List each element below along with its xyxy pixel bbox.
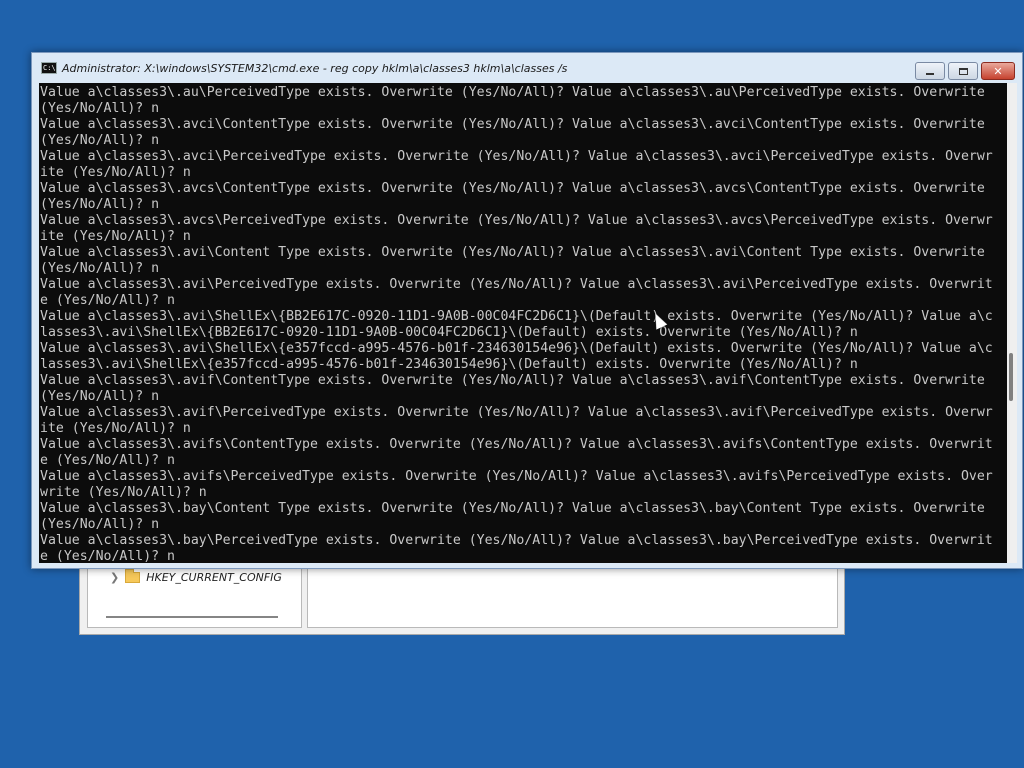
console-line: Value a\classes3\.avcs\PerceivedType exi… — [40, 213, 993, 228]
console-line: lasses3\.avi\ShellEx\{e357fccd-a995-4576… — [40, 357, 858, 372]
console-line: (Yes/No/All)? n — [40, 133, 160, 148]
console-line: e (Yes/No/All)? n — [40, 453, 175, 468]
console-line: Value a\classes3\.bay\Content Type exist… — [40, 501, 985, 516]
minimize-icon — [926, 73, 934, 75]
registry-editor-window: ❯ HKEY_CURRENT_CONFIG — [79, 560, 845, 635]
registry-values-pane[interactable] — [307, 561, 838, 628]
folder-icon — [125, 568, 141, 583]
console-line: Value a\classes3\.avi\ShellEx\{e357fccd-… — [40, 341, 993, 356]
cmd-icon: C:\ — [41, 62, 57, 74]
caption-buttons: ✕ — [915, 62, 1015, 80]
console-line: Value a\classes3\.au\PerceivedType exist… — [40, 85, 985, 100]
console-line: ite (Yes/No/All)? n — [40, 421, 191, 436]
console-line: (Yes/No/All)? n — [40, 261, 160, 276]
chevron-right-icon[interactable]: ❯ — [110, 571, 119, 584]
console-line: (Yes/No/All)? n — [40, 101, 160, 116]
console-line: (Yes/No/All)? n — [40, 389, 160, 404]
title-bar[interactable]: C:\ Administrator: X:\windows\SYSTEM32\c… — [32, 53, 1022, 83]
minimize-button[interactable] — [915, 62, 945, 80]
console-line: Value a\classes3\.avcs\ContentType exist… — [40, 181, 985, 196]
console-line: Value a\classes3\.avi\Content Type exist… — [40, 245, 985, 260]
console-line: ite (Yes/No/All)? n — [40, 229, 191, 244]
registry-tree-pane[interactable]: ❯ HKEY_CURRENT_CONFIG — [87, 561, 302, 628]
scrollbar-thumb[interactable] — [1009, 353, 1013, 401]
console-line: Value a\classes3\.avci\ContentType exist… — [40, 117, 985, 132]
tree-item-hkey-current-config[interactable]: ❯ HKEY_CURRENT_CONFIG — [110, 568, 282, 585]
close-icon: ✕ — [993, 64, 1003, 78]
console-line: Value a\classes3\.avifs\ContentType exis… — [40, 437, 993, 452]
console-line: Value a\classes3\.avi\PerceivedType exis… — [40, 277, 993, 292]
console-line: Value a\classes3\.avi\ShellEx\{BB2E617C-… — [40, 309, 993, 324]
console-line: ite (Yes/No/All)? n — [40, 165, 191, 180]
console-line: Value a\classes3\.avifs\PerceivedType ex… — [40, 469, 993, 484]
console-line: (Yes/No/All)? n — [40, 197, 160, 212]
vertical-scrollbar[interactable] — [1007, 83, 1017, 563]
command-prompt-window: C:\ Administrator: X:\windows\SYSTEM32\c… — [31, 52, 1023, 569]
console-line: e (Yes/No/All)? n — [40, 293, 175, 308]
console-line: Value a\classes3\.avif\PerceivedType exi… — [40, 405, 993, 420]
console-text: Value a\classes3\.au\PerceivedType exist… — [39, 83, 1007, 563]
console-line: lasses3\.avi\ShellEx\{BB2E617C-0920-11D1… — [40, 325, 858, 340]
window-title: Administrator: X:\windows\SYSTEM32\cmd.e… — [62, 61, 568, 75]
console-line: Value a\classes3\.bay\PerceivedType exis… — [40, 533, 993, 548]
console-line: Value a\classes3\.avci\PerceivedType exi… — [40, 149, 993, 164]
console-output[interactable]: Value a\classes3\.au\PerceivedType exist… — [39, 83, 1007, 563]
tree-item-label: HKEY_CURRENT_CONFIG — [146, 570, 282, 584]
maximize-button[interactable] — [948, 62, 978, 80]
console-line: write (Yes/No/All)? n — [40, 485, 207, 500]
console-line: Value a\classes3\.avif\ContentType exist… — [40, 373, 985, 388]
tree-horizontal-scrollbar[interactable] — [106, 616, 278, 618]
maximize-icon — [958, 67, 968, 75]
console-line: (Yes/No/All)? n — [40, 517, 160, 532]
console-line: e (Yes/No/All)? n — [40, 549, 175, 563]
close-button[interactable]: ✕ — [981, 62, 1015, 80]
